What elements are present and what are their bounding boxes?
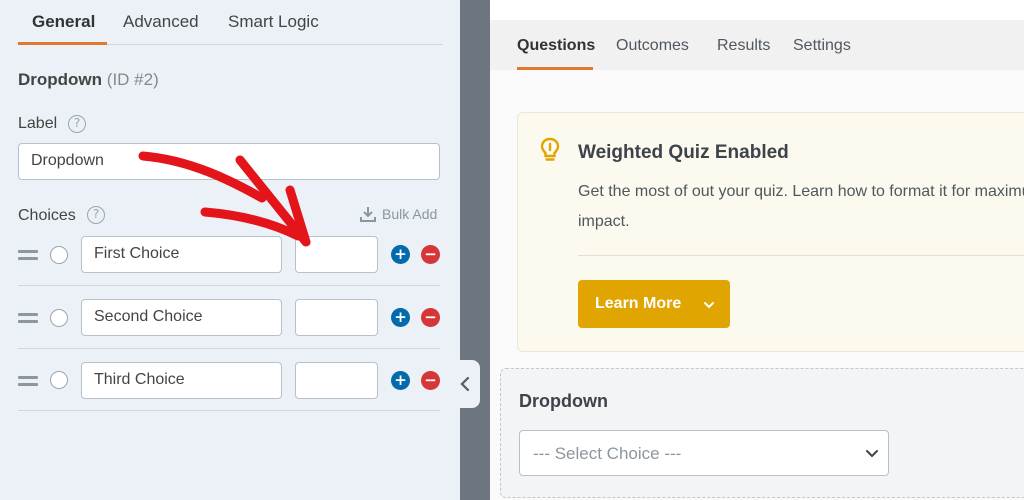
default-choice-radio[interactable]: [50, 309, 68, 327]
lightbulb-icon: [540, 137, 560, 161]
tab-results[interactable]: Results: [717, 37, 770, 55]
choice-value-input[interactable]: [295, 362, 378, 399]
drag-handle-icon[interactable]: [18, 376, 38, 386]
tab-general[interactable]: General: [32, 12, 95, 32]
drag-handle-icon[interactable]: [18, 250, 38, 260]
dropdown-label: Dropdown: [519, 391, 608, 411]
learn-more-button[interactable]: Learn More: [578, 280, 730, 328]
remove-choice-button[interactable]: −: [421, 245, 440, 264]
top-bar: [490, 0, 1024, 20]
select-choice-dropdown[interactable]: --- Select Choice ---: [519, 430, 889, 476]
choice-label-input[interactable]: Third Choice: [81, 362, 282, 399]
tab-outcomes[interactable]: Outcomes: [616, 37, 689, 55]
active-tab-indicator: [18, 42, 107, 45]
field-id: (ID #2): [106, 70, 159, 89]
notice-separator: [578, 255, 1024, 256]
chevron-down-icon: [704, 302, 714, 309]
select-placeholder: --- Select Choice ---: [533, 444, 682, 463]
choice-value-input[interactable]: [295, 236, 378, 273]
tab-settings[interactable]: Settings: [793, 37, 851, 55]
choice-label-input[interactable]: Second Choice: [81, 299, 282, 336]
notice-title: Weighted Quiz Enabled: [578, 142, 789, 163]
field-title: Dropdown (ID #2): [18, 70, 159, 90]
default-choice-radio[interactable]: [50, 371, 68, 389]
choice-label-input[interactable]: First Choice: [81, 236, 282, 273]
row-divider: [18, 285, 440, 286]
help-icon[interactable]: ?: [87, 206, 105, 224]
label-input[interactable]: Dropdown: [18, 143, 440, 180]
tab-questions[interactable]: Questions: [517, 37, 595, 55]
tab-smart-logic[interactable]: Smart Logic: [228, 12, 319, 32]
tab-advanced[interactable]: Advanced: [123, 12, 199, 32]
panel-gutter: [460, 0, 490, 500]
help-icon[interactable]: ?: [68, 115, 86, 133]
form-preview-panel: Questions Outcomes Results Settings Weig…: [490, 0, 1024, 500]
choice-value-input[interactable]: [295, 299, 378, 336]
weighted-quiz-notice: Weighted Quiz Enabled Get the most of ou…: [517, 112, 1024, 352]
remove-choice-button[interactable]: −: [421, 308, 440, 327]
choices-heading: Choices: [18, 207, 76, 224]
active-tab-indicator: [517, 67, 593, 70]
row-divider: [18, 410, 440, 411]
notice-body: Get the most of out your quiz. Learn how…: [578, 183, 1024, 230]
field-name: Dropdown: [18, 70, 103, 89]
remove-choice-button[interactable]: −: [421, 371, 440, 390]
add-choice-button[interactable]: +: [391, 308, 410, 327]
add-choice-button[interactable]: +: [391, 245, 410, 264]
download-icon: [360, 207, 376, 222]
add-choice-button[interactable]: +: [391, 371, 410, 390]
row-divider: [18, 348, 440, 349]
dropdown-field-preview[interactable]: Dropdown --- Select Choice ---: [500, 368, 1024, 498]
drag-handle-icon[interactable]: [18, 313, 38, 323]
collapse-panel-button[interactable]: [452, 360, 480, 408]
field-options-panel: General Advanced Smart Logic Dropdown (I…: [0, 0, 460, 500]
chevron-down-icon: [866, 450, 878, 458]
chevron-left-icon: [460, 376, 470, 392]
bulk-add-label: Bulk Add: [382, 206, 438, 222]
label-heading: Label: [18, 115, 58, 132]
learn-more-label: Learn More: [595, 295, 682, 312]
default-choice-radio[interactable]: [50, 246, 68, 264]
bulk-add-button[interactable]: Bulk Add: [360, 206, 437, 222]
field-options-tabs: General Advanced Smart Logic: [0, 0, 460, 46]
